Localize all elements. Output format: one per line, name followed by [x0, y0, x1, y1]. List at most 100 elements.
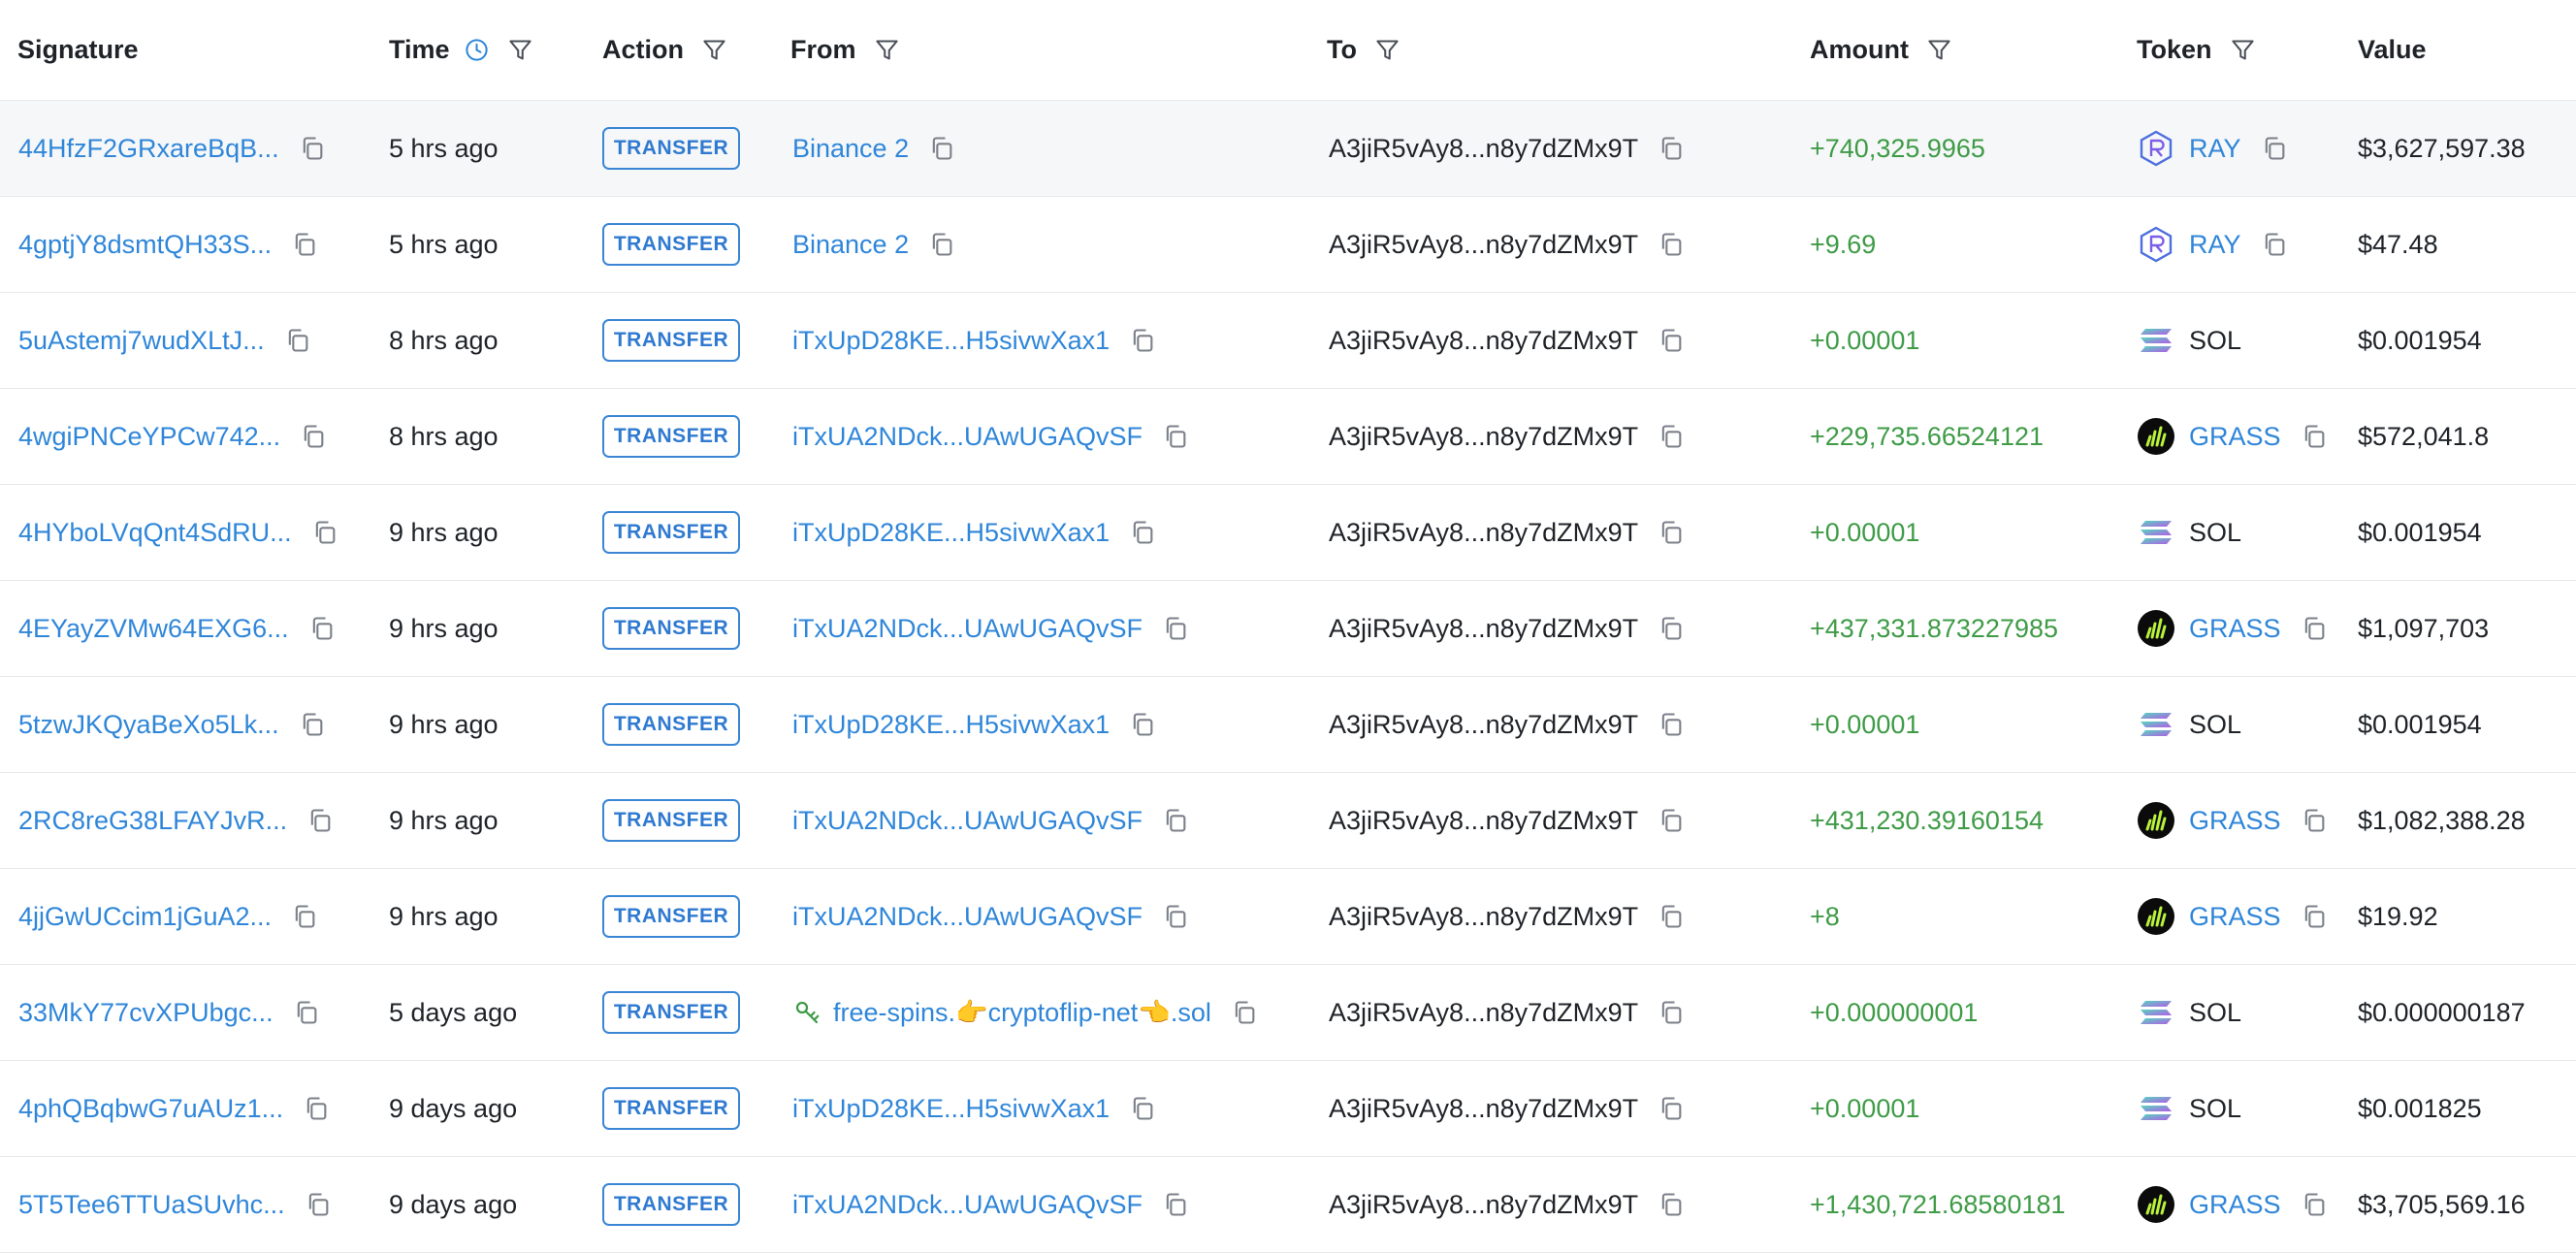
copy-icon[interactable] — [1658, 423, 1685, 450]
copy-icon[interactable] — [1658, 615, 1685, 642]
filter-icon[interactable] — [507, 37, 533, 63]
table-row[interactable]: 2RC8reG38LFAYJvR... 9 hrs ago TRANSFER i… — [0, 773, 2576, 869]
copy-icon[interactable] — [1658, 519, 1685, 546]
copy-icon[interactable] — [1658, 1191, 1685, 1218]
copy-icon[interactable] — [1162, 807, 1189, 834]
signature-link[interactable]: 44HfzF2GRxareBqB... — [18, 134, 279, 164]
from-address-link[interactable]: iTxUA2NDck...UAwUGAQvSF — [792, 422, 1143, 452]
copy-icon[interactable] — [291, 231, 318, 258]
from-address-link[interactable]: iTxUA2NDck...UAwUGAQvSF — [792, 902, 1143, 932]
from-address-link[interactable]: iTxUA2NDck...UAwUGAQvSF — [792, 614, 1143, 644]
signature-link[interactable]: 33MkY77cvXPUbgc... — [18, 998, 274, 1028]
from-address-link[interactable]: iTxUA2NDck...UAwUGAQvSF — [792, 806, 1143, 836]
table-row[interactable]: 5uAstemj7wudXLtJ... 8 hrs ago TRANSFER i… — [0, 293, 2576, 389]
copy-icon[interactable] — [284, 327, 311, 354]
from-address-link[interactable]: free-spins.👉cryptoflip-net👈.sol — [833, 997, 1211, 1028]
filter-icon[interactable] — [701, 37, 727, 63]
table-row[interactable]: 33MkY77cvXPUbgc... 5 days ago TRANSFER f… — [0, 965, 2576, 1061]
grass-icon — [2137, 609, 2175, 648]
table-row[interactable]: 4HYboLVqQnt4SdRU... 9 hrs ago TRANSFER i… — [0, 485, 2576, 581]
filter-icon[interactable] — [1926, 37, 1952, 63]
signature-link[interactable]: 2RC8reG38LFAYJvR... — [18, 806, 287, 836]
copy-icon[interactable] — [2301, 423, 2328, 450]
copy-icon[interactable] — [1129, 519, 1156, 546]
from-address-link[interactable]: iTxUA2NDck...UAwUGAQvSF — [792, 1190, 1143, 1220]
from-address-link[interactable]: iTxUpD28KE...H5sivwXax1 — [792, 710, 1110, 740]
copy-icon[interactable] — [1162, 903, 1189, 930]
signature-link[interactable]: 4jjGwUCcim1jGuA2... — [18, 902, 272, 932]
token-symbol[interactable]: GRASS — [2189, 422, 2281, 452]
signature-link[interactable]: 4wgiPNCeYPCw742... — [18, 422, 280, 452]
copy-icon[interactable] — [1162, 1191, 1189, 1218]
token-symbol[interactable]: GRASS — [2189, 614, 2281, 644]
token-symbol[interactable]: RAY — [2189, 230, 2241, 260]
table-row[interactable]: 4wgiPNCeYPCw742... 8 hrs ago TRANSFER iT… — [0, 389, 2576, 485]
copy-icon[interactable] — [308, 615, 336, 642]
copy-icon[interactable] — [1658, 1095, 1685, 1122]
copy-icon[interactable] — [2261, 135, 2288, 162]
copy-icon[interactable] — [1129, 327, 1156, 354]
from-address-link[interactable]: Binance 2 — [792, 230, 909, 260]
signature-link[interactable]: 4phQBqbwG7uAUz1... — [18, 1094, 283, 1124]
table-row[interactable]: 5T5Tee6TTUaSUvhc... 9 days ago TRANSFER … — [0, 1157, 2576, 1253]
table-row[interactable]: 44HfzF2GRxareBqB... 5 hrs ago TRANSFER B… — [0, 101, 2576, 197]
from-address-link[interactable]: iTxUpD28KE...H5sivwXax1 — [792, 1094, 1110, 1124]
signature-link[interactable]: 5T5Tee6TTUaSUvhc... — [18, 1190, 285, 1220]
signature-link[interactable]: 4EYayZVMw64EXG6... — [18, 614, 289, 644]
copy-icon[interactable] — [1658, 903, 1685, 930]
table-row[interactable]: 4gptjY8dsmtQH33S... 5 hrs ago TRANSFER B… — [0, 197, 2576, 293]
filter-icon[interactable] — [1374, 37, 1401, 63]
table-row[interactable]: 4jjGwUCcim1jGuA2... 9 hrs ago TRANSFER i… — [0, 869, 2576, 965]
copy-icon[interactable] — [2301, 807, 2328, 834]
copy-icon[interactable] — [300, 423, 327, 450]
copy-icon[interactable] — [291, 903, 318, 930]
copy-icon[interactable] — [928, 135, 955, 162]
copy-icon[interactable] — [1658, 711, 1685, 738]
from-address-link[interactable]: Binance 2 — [792, 134, 909, 164]
from-address-link[interactable]: iTxUpD28KE...H5sivwXax1 — [792, 326, 1110, 356]
copy-icon[interactable] — [1162, 615, 1189, 642]
copy-icon[interactable] — [1658, 999, 1685, 1026]
copy-icon[interactable] — [306, 807, 334, 834]
copy-icon[interactable] — [928, 231, 955, 258]
action-cell: TRANSFER — [602, 869, 740, 964]
copy-icon[interactable] — [1129, 1095, 1156, 1122]
table-row[interactable]: 4EYayZVMw64EXG6... 9 hrs ago TRANSFER iT… — [0, 581, 2576, 677]
copy-icon[interactable] — [1129, 711, 1156, 738]
copy-icon[interactable] — [1231, 999, 1258, 1026]
copy-icon[interactable] — [305, 1191, 332, 1218]
copy-icon[interactable] — [1162, 423, 1189, 450]
copy-icon[interactable] — [299, 135, 326, 162]
grass-icon — [2137, 417, 2175, 456]
filter-icon[interactable] — [2230, 37, 2256, 63]
copy-icon[interactable] — [1658, 807, 1685, 834]
token-symbol[interactable]: GRASS — [2189, 902, 2281, 932]
signature-link[interactable]: 5uAstemj7wudXLtJ... — [18, 326, 265, 356]
copy-icon[interactable] — [293, 999, 320, 1026]
copy-icon[interactable] — [1658, 327, 1685, 354]
clock-icon[interactable] — [464, 37, 490, 63]
copy-icon[interactable] — [2301, 615, 2328, 642]
token-symbol[interactable]: GRASS — [2189, 1190, 2281, 1220]
copy-icon[interactable] — [2301, 1191, 2328, 1218]
copy-icon[interactable] — [1658, 231, 1685, 258]
table-row[interactable]: 4phQBqbwG7uAUz1... 9 days ago TRANSFER i… — [0, 1061, 2576, 1157]
copy-icon[interactable] — [1658, 135, 1685, 162]
signature-link[interactable]: 5tzwJKQyaBeXo5Lk... — [18, 710, 279, 740]
copy-icon[interactable] — [299, 711, 326, 738]
copy-icon[interactable] — [311, 519, 338, 546]
table-row[interactable]: 5tzwJKQyaBeXo5Lk... 9 hrs ago TRANSFER i… — [0, 677, 2576, 773]
signature-link[interactable]: 4gptjY8dsmtQH33S... — [18, 230, 272, 260]
copy-icon[interactable] — [2261, 231, 2288, 258]
to-address: A3jiR5vAy8...n8y7dZMx9T — [1329, 325, 1639, 355]
filter-icon[interactable] — [874, 37, 900, 63]
token-symbol[interactable]: GRASS — [2189, 806, 2281, 836]
to-cell: A3jiR5vAy8...n8y7dZMx9T — [1329, 1061, 1685, 1156]
from-address-link[interactable]: iTxUpD28KE...H5sivwXax1 — [792, 518, 1110, 548]
column-label-to: To — [1327, 35, 1357, 64]
token-symbol: SOL — [2189, 1093, 2242, 1123]
signature-link[interactable]: 4HYboLVqQnt4SdRU... — [18, 518, 292, 548]
copy-icon[interactable] — [2301, 903, 2328, 930]
copy-icon[interactable] — [303, 1095, 330, 1122]
token-symbol[interactable]: RAY — [2189, 134, 2241, 164]
